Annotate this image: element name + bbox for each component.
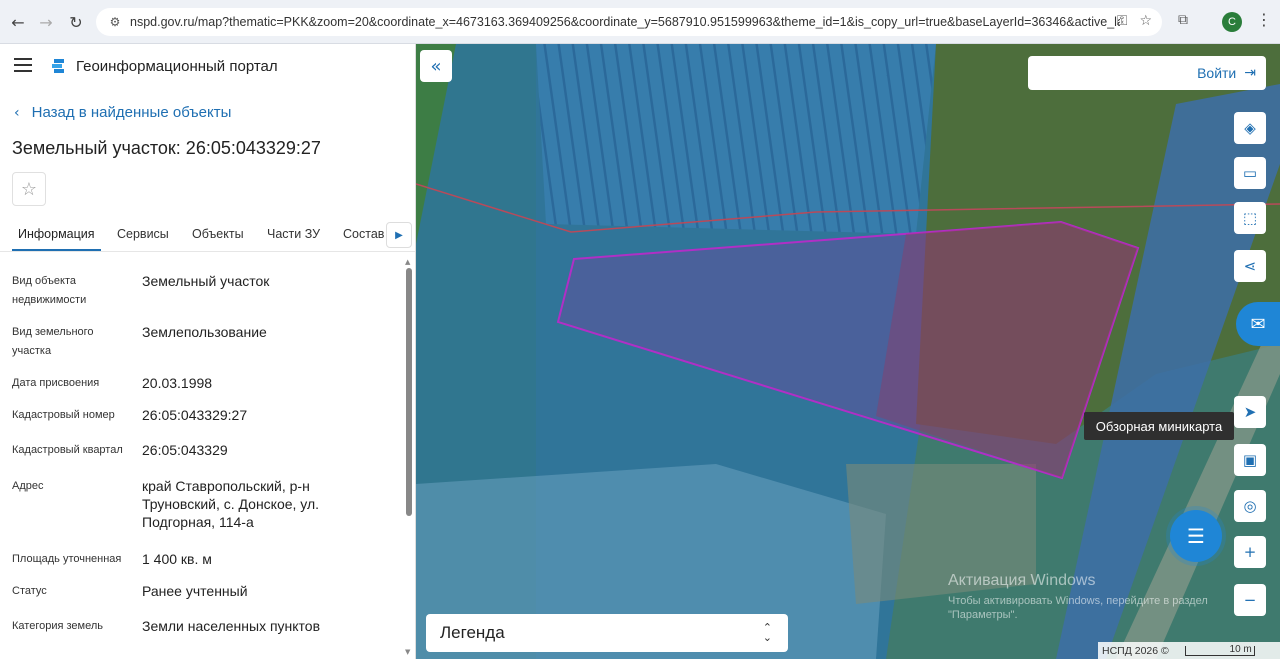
property-key: Кадастровый номер xyxy=(12,409,115,421)
scroll-up-arrow-icon[interactable]: ▲ xyxy=(405,258,410,266)
favorite-star-button[interactable]: ☆ xyxy=(12,172,46,206)
property-value: Земельный участок xyxy=(142,273,270,289)
profile-avatar[interactable]: C xyxy=(1222,12,1242,32)
legend-label: Легенда xyxy=(440,623,505,642)
property-value: Земли населенных пунктов xyxy=(142,618,321,634)
tab-composition[interactable]: Состав xyxy=(343,227,384,241)
minimap-tooltip: Обзорная миникарта xyxy=(1084,412,1234,440)
tab-information[interactable]: Информация xyxy=(12,227,101,251)
address-bar[interactable]: ⚙ nspd.gov.ru/map?thematic=PKK&zoom=20&c… xyxy=(96,8,1162,36)
ruler-icon[interactable]: ▭ xyxy=(1234,157,1266,189)
tab-services[interactable]: Сервисы xyxy=(117,227,169,241)
hamburger-menu-icon[interactable] xyxy=(14,58,32,72)
property-key: Статус xyxy=(12,585,47,597)
object-title: Земельный участок: 26:05:043329:27 xyxy=(12,138,321,158)
property-value: 20.03.1998 xyxy=(142,375,213,391)
reload-icon[interactable]: ↻ xyxy=(64,10,88,34)
scrollbar-thumb[interactable] xyxy=(406,268,412,516)
chevron-updown-icon: ⌃ ⌄ xyxy=(762,621,772,644)
browser-menu-kebab-icon[interactable]: ⋮ xyxy=(1256,10,1272,29)
back-to-results-link[interactable]: ‹ Назад в найденные объекты xyxy=(14,104,231,121)
map-canvas[interactable]: « Войти ⇥ ◈ ▭ ⬚ ⋖ ✉ ➤ ▣ ◎ + − Обзорная м… xyxy=(416,44,1280,659)
login-arrow-icon: ⇥ xyxy=(1244,65,1256,81)
login-label: Войти xyxy=(1197,65,1237,81)
legend-dropdown[interactable]: Легенда ⌃ ⌄ xyxy=(426,614,788,652)
key-icon[interactable]: ⚿ xyxy=(1117,13,1128,29)
satellite-imagery xyxy=(416,44,1280,659)
property-value: край Ставропольский, р-н Труновский, с. … xyxy=(142,478,320,530)
chat-bubble-icon[interactable]: ☰ xyxy=(1170,510,1222,562)
select-area-icon[interactable]: ⬚ xyxy=(1234,202,1266,234)
info-tabs: Информация Сервисы Объекты Части ЗУ Сост… xyxy=(0,222,415,252)
property-value: 26:05:043329 xyxy=(142,442,228,458)
feedback-side-button[interactable]: ✉ xyxy=(1236,302,1280,346)
site-info-icon[interactable]: ⚙ xyxy=(106,13,124,31)
zoom-out-icon[interactable]: − xyxy=(1234,584,1266,616)
layers-icon[interactable]: ◈ xyxy=(1234,112,1266,144)
url-text[interactable]: nspd.gov.ru/map?thematic=PKK&zoom=20&coo… xyxy=(130,15,1120,29)
minimap-icon[interactable]: ▣ xyxy=(1234,444,1266,476)
back-arrow-icon[interactable]: ← xyxy=(6,10,30,34)
scale-bar: 10 m xyxy=(1184,643,1255,656)
scroll-down-arrow-icon[interactable]: ▼ xyxy=(405,648,410,656)
attribution-text: НСПД 2026 © xyxy=(1102,644,1169,657)
chevron-left-icon: ‹ xyxy=(14,104,20,121)
share-icon[interactable]: ⋖ xyxy=(1234,250,1266,282)
panel-scrollbar[interactable]: ▲ ▼ xyxy=(405,258,413,658)
windows-activation-watermark: Активация Windows Чтобы активировать Win… xyxy=(948,572,1228,622)
map-attribution: НСПД 2026 © 10 m xyxy=(1098,642,1280,659)
app-title: Геоинформационный портал xyxy=(76,58,278,75)
search-location-icon[interactable]: ◎ xyxy=(1234,490,1266,522)
activation-title: Активация Windows xyxy=(948,572,1096,589)
property-value: Ранее учтенный xyxy=(142,583,248,599)
object-info-panel: Геоинформационный портал ‹ Назад в найде… xyxy=(0,44,416,659)
tab-parts[interactable]: Части ЗУ xyxy=(267,227,320,241)
property-value: 1 400 кв. м xyxy=(142,551,212,567)
property-value: 26:05:043329:27 xyxy=(142,407,248,423)
zoom-in-icon[interactable]: + xyxy=(1234,536,1266,568)
back-link-label: Назад в найденные объекты xyxy=(31,104,232,121)
bookmark-star-icon[interactable]: ☆ xyxy=(1139,13,1152,29)
login-button[interactable]: Войти ⇥ xyxy=(1028,56,1266,90)
extensions-puzzle-icon[interactable]: ⧉ xyxy=(1178,12,1198,32)
forward-arrow-icon[interactable]: → xyxy=(34,10,58,34)
browser-toolbar: ← → ↻ ⚙ nspd.gov.ru/map?thematic=PKK&zoo… xyxy=(0,0,1280,44)
property-key: Категория земель xyxy=(12,620,103,632)
tab-objects[interactable]: Объекты xyxy=(192,227,244,241)
portal-logo-icon xyxy=(52,59,64,73)
scale-label: 10 m xyxy=(1229,643,1252,655)
tabs-scroll-right-button[interactable]: ▶ xyxy=(386,222,412,248)
property-key: Кадастровый квартал xyxy=(12,444,123,456)
activation-text: Чтобы активировать Windows, перейдите в … xyxy=(948,595,1208,621)
property-value: Землепользование xyxy=(142,324,267,340)
property-key: Вид объекта недвижимости xyxy=(12,275,87,306)
property-key: Площадь уточненная xyxy=(12,553,122,565)
property-key: Дата присвоения xyxy=(12,377,100,389)
property-key: Адрес xyxy=(12,480,44,492)
collapse-panel-button[interactable]: « xyxy=(420,50,452,82)
property-key: Вид земельного участка xyxy=(12,326,94,357)
locate-icon[interactable]: ➤ xyxy=(1234,396,1266,428)
